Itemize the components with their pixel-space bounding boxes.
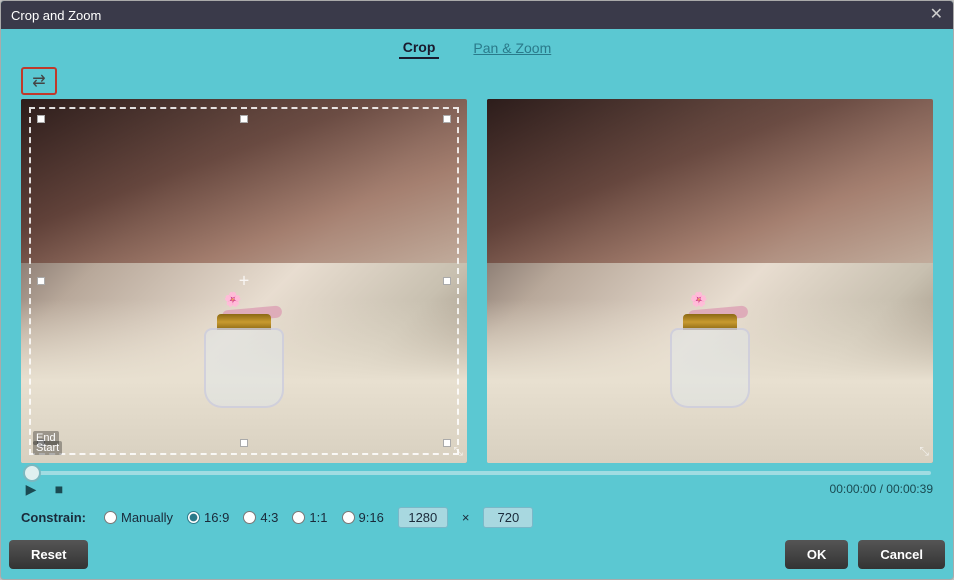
controls-row: ▶ ■ 00:00:00 / 00:00:39 — [21, 479, 933, 499]
radio-9-16-label: 9:16 — [359, 510, 384, 525]
jar-body — [204, 328, 284, 408]
images-row: 🌸 + — [21, 99, 933, 463]
tab-pan-zoom[interactable]: Pan & Zoom — [469, 38, 555, 58]
time-total: 00:00:39 — [886, 482, 933, 496]
preview-jar-illustration: 🌸 — [670, 308, 750, 408]
tab-crop[interactable]: Crop — [399, 37, 440, 59]
height-input[interactable]: 720 — [483, 507, 533, 528]
play-controls: ▶ ■ — [21, 479, 69, 499]
close-button[interactable]: ✕ — [930, 7, 943, 23]
radio-manually-label: Manually — [121, 510, 173, 525]
bottom-row: Reset OK Cancel — [1, 534, 953, 579]
time-display: 00:00:00 / 00:00:39 — [830, 482, 933, 496]
cancel-button[interactable]: Cancel — [858, 540, 945, 569]
main-content: ⇄ 🌸 — [1, 63, 953, 534]
radio-1-1-label: 1:1 — [309, 510, 327, 525]
radio-4-3-label: 4:3 — [260, 510, 278, 525]
reset-button[interactable]: Reset — [9, 540, 88, 569]
jar-illustration: 🌸 — [204, 308, 284, 408]
timeline-track[interactable] — [23, 471, 931, 475]
scrubber-area: ▶ ■ 00:00:00 / 00:00:39 — [21, 463, 933, 503]
radio-9-16[interactable]: 9:16 — [342, 510, 384, 525]
radio-1-1-input[interactable] — [292, 511, 305, 524]
swap-icon: ⇄ — [32, 71, 45, 91]
radio-4-3[interactable]: 4:3 — [243, 510, 278, 525]
toolbar-row: ⇄ — [21, 67, 933, 95]
source-image-bg: 🌸 — [21, 99, 467, 463]
preview-image-bg: 🌸 — [487, 99, 933, 463]
crop-start-label: Start — [33, 441, 62, 455]
constrain-label: Constrain: — [21, 510, 86, 525]
source-image-panel[interactable]: 🌸 + — [21, 99, 467, 463]
radio-1-1[interactable]: 1:1 — [292, 510, 327, 525]
swap-aspect-button[interactable]: ⇄ — [21, 67, 57, 95]
time-current: 00:00:00 — [830, 482, 877, 496]
radio-16-9-input[interactable] — [187, 511, 200, 524]
width-input[interactable]: 1280 — [398, 507, 448, 528]
times-symbol: × — [462, 510, 470, 525]
timeline-row — [21, 471, 933, 475]
constrain-row: Constrain: Manually 16:9 4:3 1:1 9:16 1 — [21, 503, 933, 534]
title-bar: Crop and Zoom ✕ — [1, 1, 953, 29]
radio-9-16-input[interactable] — [342, 511, 355, 524]
preview-corner-icon: ⤡ — [919, 444, 929, 459]
radio-4-3-input[interactable] — [243, 511, 256, 524]
right-buttons: OK Cancel — [785, 540, 945, 569]
radio-manually[interactable]: Manually — [104, 510, 173, 525]
radio-16-9[interactable]: 16:9 — [187, 510, 229, 525]
timeline-scrubber[interactable] — [23, 464, 41, 482]
resize-corner-icon: ⤡ — [453, 444, 463, 459]
play-button[interactable]: ▶ — [21, 479, 41, 499]
radio-manually-input[interactable] — [104, 511, 117, 524]
time-separator: / — [876, 482, 886, 496]
radio-16-9-label: 16:9 — [204, 510, 229, 525]
crop-and-zoom-dialog: Crop and Zoom ✕ Crop Pan & Zoom ⇄ — [0, 0, 954, 580]
ok-button[interactable]: OK — [785, 540, 849, 569]
jar-flower: 🌸 — [224, 291, 241, 308]
dialog-title: Crop and Zoom — [11, 8, 101, 23]
tab-bar: Crop Pan & Zoom — [1, 29, 953, 63]
stop-button[interactable]: ■ — [49, 479, 69, 499]
preview-image-panel: 🌸 ⤡ — [487, 99, 933, 463]
